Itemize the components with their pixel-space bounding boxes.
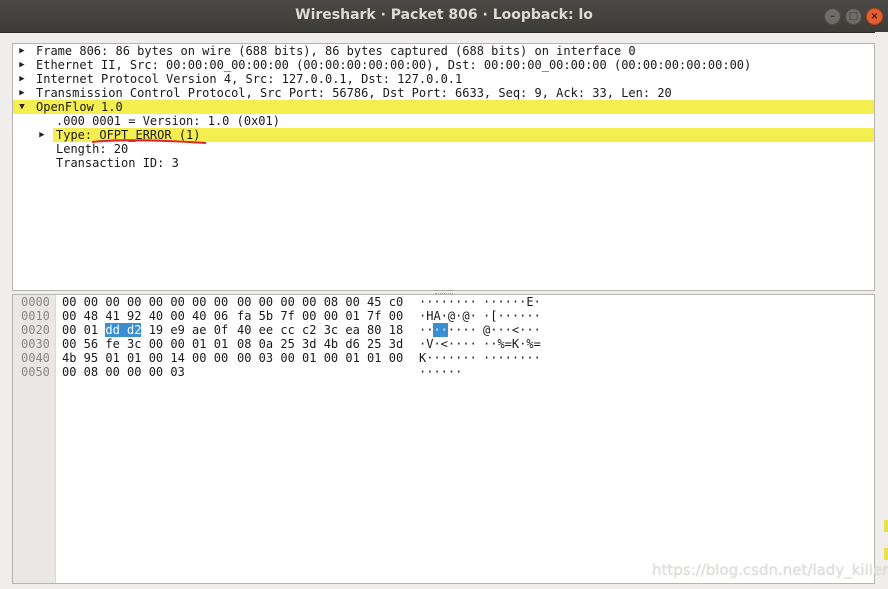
packet-bytes-pane[interactable]: 0000 00 00 00 00 00 00 00 00 00 00 00 00… [12, 294, 875, 584]
hex-bytes[interactable]: 00 03 00 01 00 01 01 00 [237, 351, 403, 365]
window-title: Wireshark · Packet 806 · Loopback: lo [295, 7, 593, 23]
hex-bytes[interactable]: 00 01 dd d2 19 e9 ae 0f [62, 323, 228, 337]
hex-offset: 0020 [21, 323, 50, 337]
annotation-underline [91, 139, 207, 144]
ascii-bytes[interactable]: K······· [419, 351, 477, 365]
hex-offset: 0040 [21, 351, 50, 365]
ascii-pre[interactable]: ·· [419, 323, 433, 337]
expand-arrow-icon[interactable]: ▶ [37, 128, 47, 142]
tree-item-label: Transmission Control Protocol, Src Port:… [36, 86, 672, 100]
close-button[interactable]: × [866, 8, 883, 25]
background-window-highlight [884, 548, 888, 560]
hex-bytes-pre[interactable]: 00 01 [62, 323, 105, 337]
background-window-highlight [884, 520, 888, 532]
tree-item-label: Ethernet II, Src: 00:00:00_00:00:00 (00:… [36, 58, 752, 72]
tree-item-of-xid[interactable]: Transaction ID: 3 [13, 156, 874, 170]
tree-item-label: Transaction ID: 3 [56, 156, 179, 170]
ascii-bytes[interactable]: ·V·<···· [419, 337, 477, 351]
tree-item-label: Internet Protocol Version 4, Src: 127.0.… [36, 72, 463, 86]
ascii-bytes[interactable]: ········ [419, 323, 477, 337]
ascii-selected[interactable]: ·· [433, 323, 448, 337]
tree-item-label: .000 0001 = Version: 1.0 (0x01) [56, 114, 280, 128]
tree-item-of-version[interactable]: .000 0001 = Version: 1.0 (0x01) [13, 114, 874, 128]
packet-details-tree[interactable]: ▶ Frame 806: 86 bytes on wire (688 bits)… [12, 43, 875, 291]
expand-arrow-icon[interactable]: ▶ [17, 44, 27, 58]
hex-bytes[interactable]: 40 ee cc c2 3c ea 80 18 [237, 323, 403, 337]
window-edge [875, 32, 888, 589]
tree-item-ethernet[interactable]: ▶ Ethernet II, Src: 00:00:00_00:00:00 (0… [13, 58, 874, 72]
tree-item-ipv4[interactable]: ▶ Internet Protocol Version 4, Src: 127.… [13, 72, 874, 86]
hex-bytes-selected[interactable]: dd d2 [105, 323, 142, 337]
ascii-bytes[interactable]: ········ [419, 295, 477, 309]
tree-item-tcp[interactable]: ▶ Transmission Control Protocol, Src Por… [13, 86, 874, 100]
hex-bytes[interactable]: 00 56 fe 3c 00 00 01 01 [62, 337, 228, 351]
ascii-bytes[interactable]: ······ [419, 365, 462, 379]
hex-bytes[interactable]: 4b 95 01 01 00 14 00 00 [62, 351, 228, 365]
expand-arrow-icon[interactable]: ▶ [17, 72, 27, 86]
hex-bytes[interactable]: fa 5b 7f 00 00 01 7f 00 [237, 309, 403, 323]
window-titlebar: Wireshark · Packet 806 · Loopback: lo – … [0, 0, 888, 33]
hex-offset: 0050 [21, 365, 50, 379]
hex-bytes[interactable]: 00 08 00 00 00 03 [62, 365, 185, 379]
hex-bytes[interactable]: 00 00 00 00 00 00 00 00 [62, 295, 228, 309]
ascii-bytes[interactable]: ······E· [483, 295, 541, 309]
hex-offset: 0010 [21, 309, 50, 323]
ascii-bytes[interactable]: ·HA·@·@· [419, 309, 477, 323]
ascii-bytes[interactable]: ········ [483, 351, 541, 365]
hex-offset: 0000 [21, 295, 50, 309]
ascii-bytes[interactable]: @···<··· [483, 323, 541, 337]
collapse-arrow-icon[interactable]: ▼ [17, 100, 27, 114]
hex-bytes[interactable]: 00 48 41 92 40 00 40 06 [62, 309, 228, 323]
tree-item-label: Frame 806: 86 bytes on wire (688 bits), … [36, 44, 636, 58]
expand-arrow-icon[interactable]: ▶ [17, 58, 27, 72]
maximize-button[interactable]: □ [845, 8, 862, 25]
hex-bytes-post[interactable]: 19 e9 ae 0f [141, 323, 228, 337]
ascii-post[interactable]: ···· [448, 323, 477, 337]
hex-bytes[interactable]: 08 0a 25 3d 4b d6 25 3d [237, 337, 403, 351]
hex-bytes[interactable]: 00 00 00 00 08 00 45 c0 [237, 295, 403, 309]
hex-offset: 0030 [21, 337, 50, 351]
tree-item-label: OpenFlow 1.0 [36, 100, 123, 114]
tree-item-frame[interactable]: ▶ Frame 806: 86 bytes on wire (688 bits)… [13, 44, 874, 58]
minimize-button[interactable]: – [824, 8, 841, 25]
expand-arrow-icon[interactable]: ▶ [17, 86, 27, 100]
watermark: https://blog.csdn.net/lady_killer9 [652, 561, 888, 579]
ascii-bytes[interactable]: ·[······ [483, 309, 541, 323]
tree-item-openflow[interactable]: ▼ OpenFlow 1.0 [13, 100, 874, 114]
ascii-bytes[interactable]: ··%=K·%= [483, 337, 541, 351]
